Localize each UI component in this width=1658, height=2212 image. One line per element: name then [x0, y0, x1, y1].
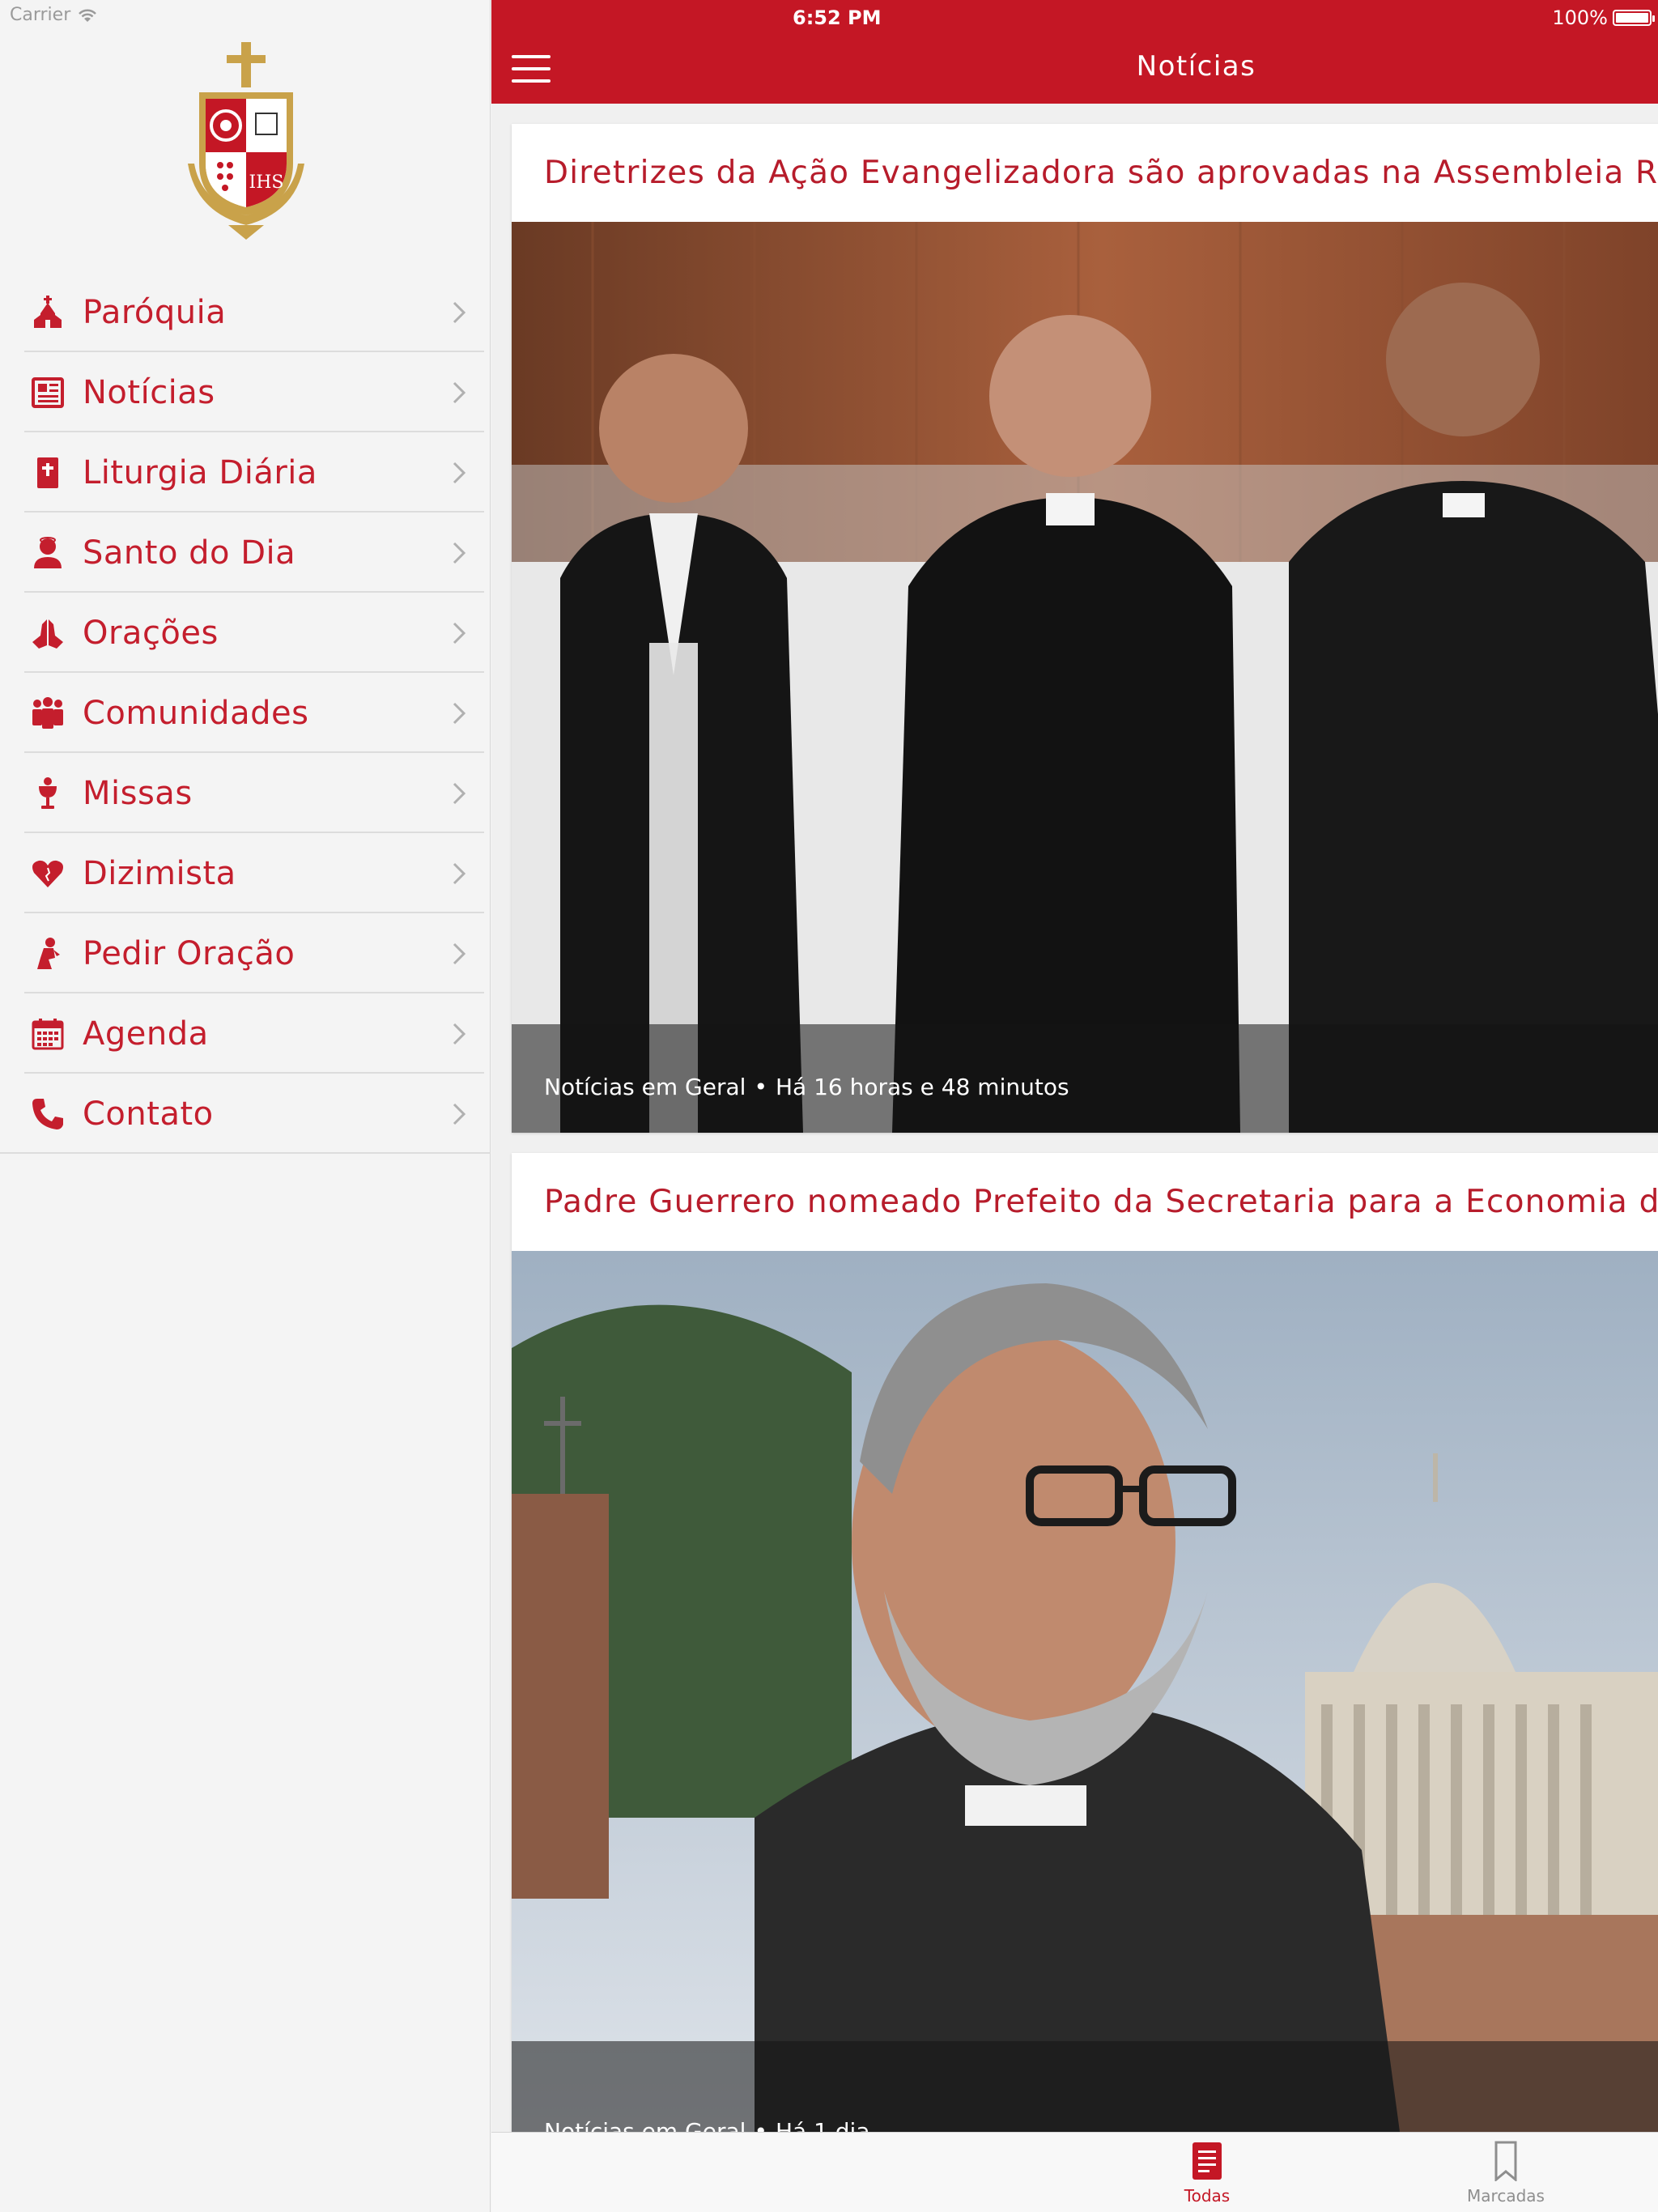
svg-text:IHS: IHS	[249, 172, 284, 193]
chevron-right-icon	[453, 622, 466, 644]
tab-bar: Todas Marcadas	[491, 2132, 1658, 2212]
battery-icon	[1613, 10, 1655, 26]
chevron-right-icon	[453, 1103, 466, 1125]
news-screen: 6:52 PM 100% Notícias Diretrizes da Ação…	[491, 0, 1658, 2212]
calendar-icon	[32, 1018, 64, 1049]
side-menu-list: Paróquia Notícias Liturgia Diária Santo …	[0, 272, 491, 1154]
chevron-right-icon	[453, 862, 466, 884]
chevron-right-icon	[453, 301, 466, 323]
praying-hands-icon	[32, 619, 63, 649]
news-card-meta-overlay: Notícias em Geral • Há 16 horas e 48 minut…	[512, 1024, 1658, 1133]
page-title: Notícias	[1136, 50, 1256, 83]
sidebar-item-label: Paróquia	[83, 293, 227, 331]
sidebar-item-label: Pedir Oração	[83, 934, 295, 972]
church-icon	[34, 295, 62, 328]
chevron-right-icon	[453, 782, 466, 804]
news-time: Há 16 horas e 48 minutos	[775, 1074, 1069, 1100]
sidebar-item-dizimista[interactable]: Dizimista	[0, 833, 491, 913]
news-card-title[interactable]: Padre Guerrero nomeado Prefeito da Secre…	[512, 1153, 1658, 1251]
status-time: 6:52 PM	[793, 6, 882, 29]
chevron-right-icon	[453, 542, 466, 564]
sidebar-item-santo-do-dia[interactable]: Santo do Dia	[0, 513, 491, 593]
sidebar-item-comunidades[interactable]: Comunidades	[0, 673, 491, 753]
chevron-right-icon	[453, 1023, 466, 1044]
chalice-icon	[39, 776, 57, 809]
bookmark-icon	[1494, 2141, 1517, 2181]
news-category: Notícias em Geral	[544, 1074, 746, 1100]
news-card-title[interactable]: Diretrizes da Ação Evangelizadora são ap…	[512, 124, 1658, 222]
tab-label: Todas	[1184, 2186, 1231, 2206]
sidebar-item-noticias[interactable]: Notícias	[0, 352, 491, 432]
sidebar-item-missas[interactable]: Missas	[0, 753, 491, 833]
sidebar-item-label: Comunidades	[83, 694, 309, 732]
chevron-right-icon	[453, 942, 466, 964]
side-menu: Carrier IHS Paróquia Notícias Liturgia D…	[0, 0, 491, 2212]
news-list-icon	[1192, 2142, 1222, 2180]
sidebar-item-label: Santo do Dia	[83, 534, 296, 572]
sidebar-item-label: Notícias	[83, 373, 215, 411]
priest-vatican-photo-image	[512, 1251, 1658, 2150]
news-card[interactable]: Padre Guerrero nomeado Prefeito da Secre…	[512, 1153, 1658, 2150]
news-card-photo[interactable]: Notícias em Geral•Há 1 dia	[512, 1251, 1658, 2150]
sidebar-item-label: Orações	[83, 614, 219, 652]
sidebar-item-pedir-oracao[interactable]: Pedir Oração	[0, 913, 491, 993]
tab-todas[interactable]: Todas	[1126, 2141, 1288, 2206]
chevron-right-icon	[453, 381, 466, 403]
sidebar-item-liturgia[interactable]: Liturgia Diária	[0, 432, 491, 513]
news-card[interactable]: Diretrizes da Ação Evangelizadora são ap…	[512, 124, 1658, 1133]
meta-separator: •	[754, 1074, 767, 1100]
tab-marcadas[interactable]: Marcadas	[1425, 2141, 1587, 2206]
sidebar-item-label: Dizimista	[83, 854, 236, 892]
navigation-bar: 6:52 PM 100% Notícias	[491, 0, 1658, 104]
saint-icon	[34, 536, 62, 568]
sidebar-item-agenda[interactable]: Agenda	[0, 993, 491, 1074]
newspaper-icon	[32, 376, 64, 408]
heart-icon	[32, 860, 63, 887]
sidebar-item-label: Agenda	[83, 1015, 209, 1053]
tab-label: Marcadas	[1467, 2186, 1545, 2206]
chevron-right-icon	[453, 702, 466, 724]
chevron-right-icon	[453, 462, 466, 483]
sidebar-item-label: Missas	[83, 774, 193, 812]
sidebar-item-label: Contato	[83, 1095, 214, 1133]
sidebar-item-contato[interactable]: Contato	[0, 1074, 491, 1154]
clergy-photo-image	[512, 222, 1658, 1133]
community-icon	[32, 696, 63, 729]
news-card-photo[interactable]: Notícias em Geral • Há 16 horas e 48 minut…	[512, 222, 1658, 1133]
wifi-icon	[79, 9, 97, 22]
sidebar-item-paroquia[interactable]: Paróquia	[0, 272, 491, 352]
sidebar-item-label: Liturgia Diária	[83, 453, 317, 491]
phone-icon	[32, 1098, 63, 1129]
news-card-meta: Notícias em Geral • Há 16 horas e 48 minut…	[544, 1074, 1069, 1100]
parish-coat-of-arms-logo: IHS	[188, 42, 304, 240]
sidebar-item-oracoes[interactable]: Orações	[0, 593, 491, 673]
status-carrier: Carrier	[10, 5, 98, 25]
status-battery: 100%	[1552, 6, 1655, 29]
bible-icon	[37, 457, 58, 488]
kneeling-person-icon	[37, 937, 60, 969]
